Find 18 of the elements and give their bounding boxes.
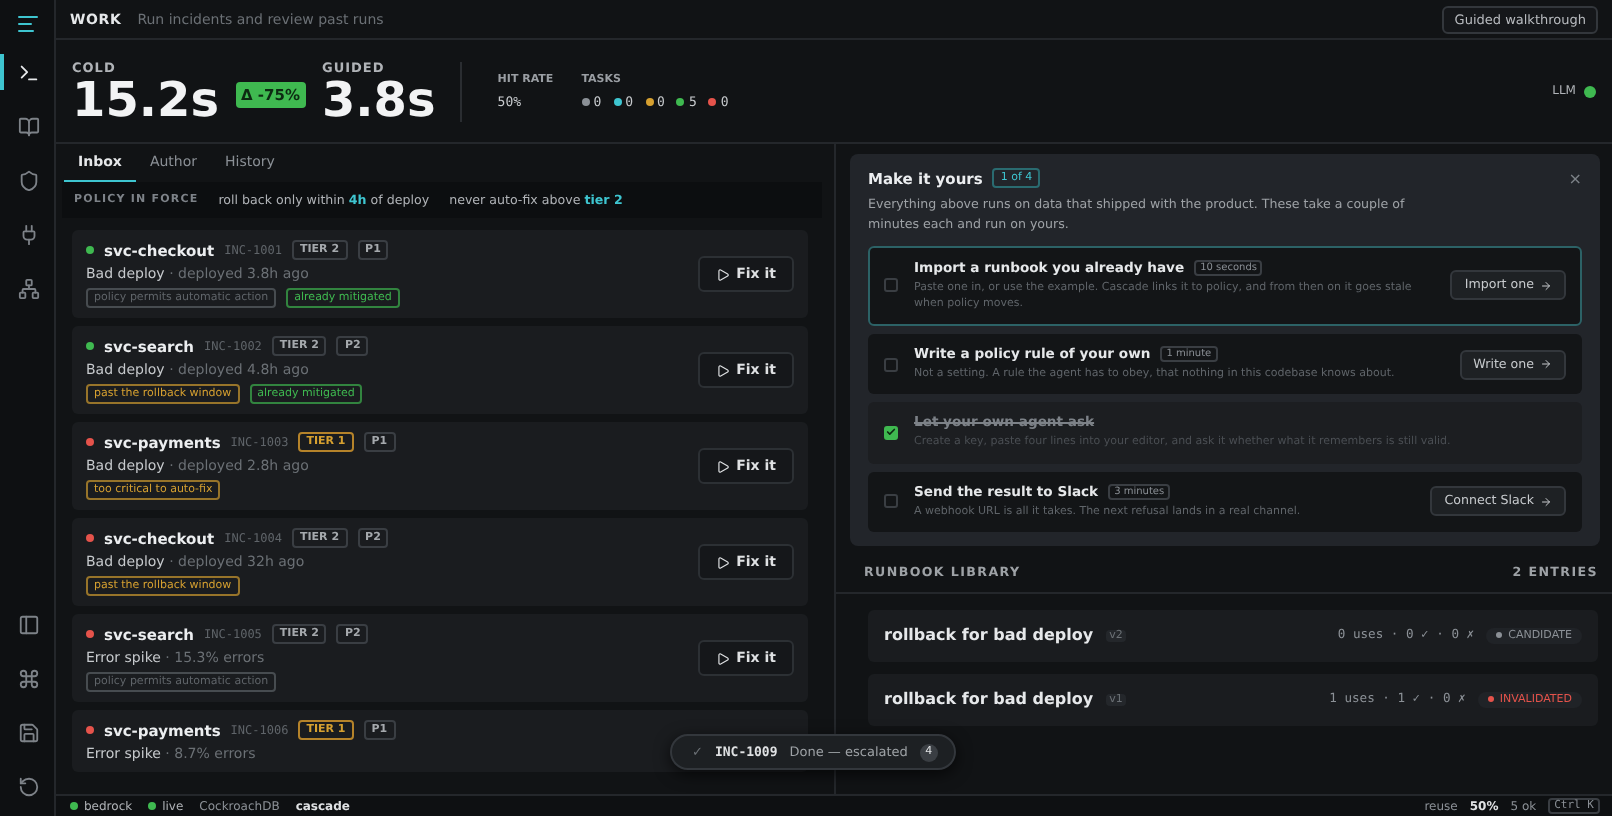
play-icon — [716, 459, 731, 473]
play-icon — [716, 555, 731, 569]
close-button[interactable]: × — [1568, 169, 1582, 187]
arrow-icon — [1540, 358, 1552, 371]
runbook-name: rollback for bad deploy — [884, 690, 1094, 709]
play-icon — [716, 651, 731, 665]
checkbox[interactable] — [884, 494, 898, 509]
checkbox[interactable] — [884, 425, 898, 440]
runbook-name: rollback for bad deploy — [884, 626, 1094, 645]
play-icon — [716, 267, 731, 281]
stat-value: 3.8s — [321, 75, 436, 123]
checkbox[interactable] — [884, 278, 898, 293]
logo-icon — [15, 12, 39, 36]
checkbox[interactable] — [884, 357, 898, 372]
arrow-icon — [1540, 279, 1552, 292]
play-icon — [716, 363, 731, 377]
stat-value: 15.2s — [72, 75, 219, 123]
arrow-icon — [1540, 495, 1552, 508]
